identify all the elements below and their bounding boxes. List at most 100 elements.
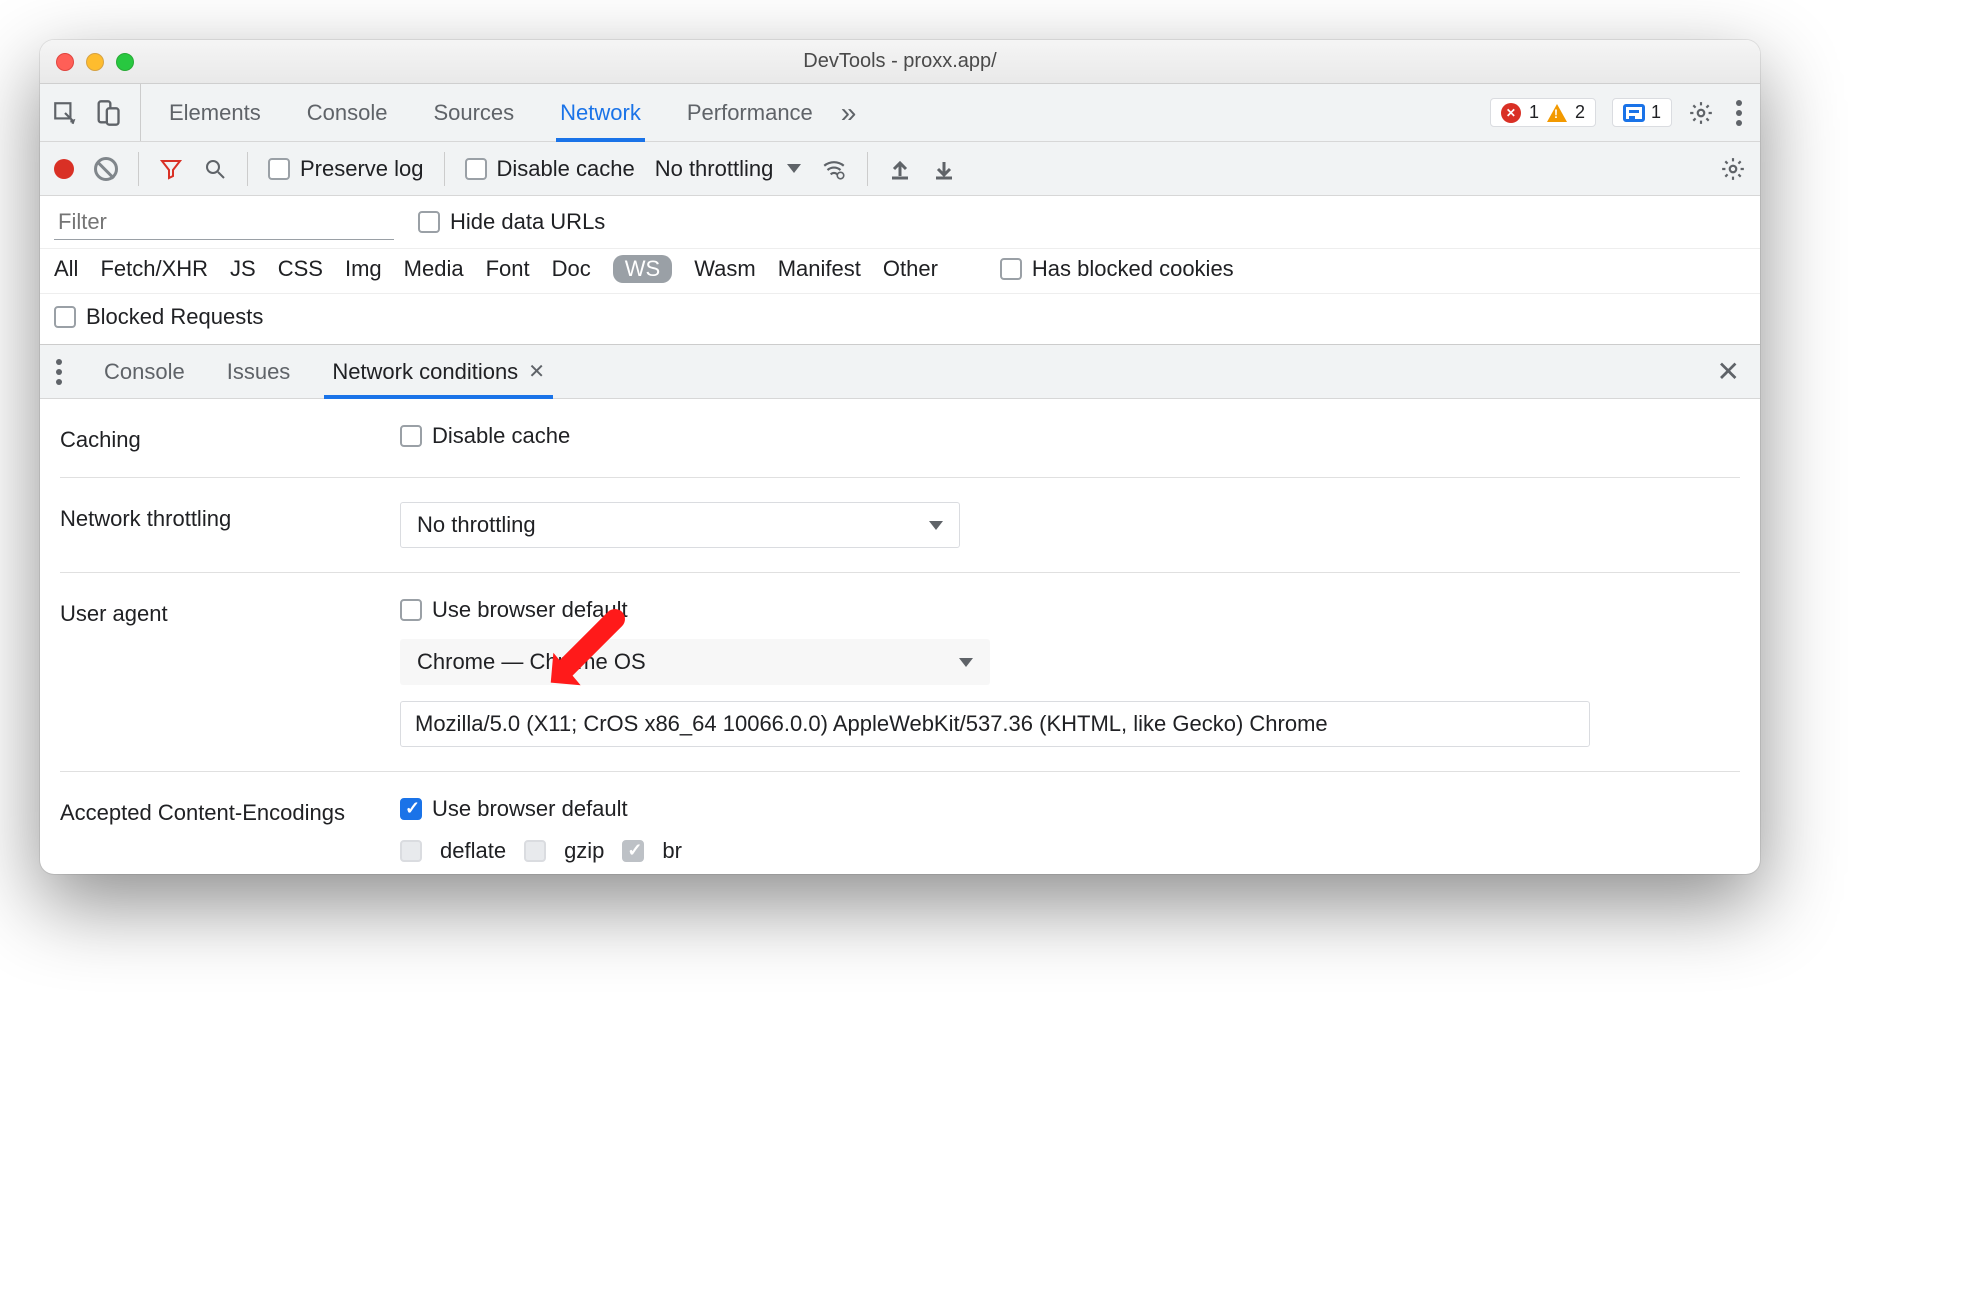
type-all[interactable]: All [54, 256, 78, 282]
ua-string-value: Mozilla/5.0 (X11; CrOS x86_64 10066.0.0)… [415, 711, 1328, 737]
network-conditions-icon[interactable] [821, 156, 847, 182]
errors-warnings-badge[interactable]: 1 2 [1490, 98, 1596, 127]
device-toggle-icon[interactable] [94, 99, 122, 127]
close-tab-icon[interactable]: ✕ [528, 359, 545, 384]
blocked-requests-label: Blocked Requests [86, 304, 263, 330]
titlebar: DevTools - proxx.app/ [40, 40, 1760, 84]
throttling-select[interactable]: No throttling [400, 502, 960, 548]
messages-count: 1 [1651, 102, 1661, 123]
drawer-tab-issues[interactable]: Issues [221, 345, 297, 398]
filter-row: Hide data URLs [40, 196, 1760, 249]
type-js[interactable]: JS [230, 256, 256, 282]
ua-preset-value: Chrome — Chrome OS [417, 649, 646, 675]
minimize-window-button[interactable] [86, 53, 104, 71]
drawer-tab-label: Network conditions [332, 359, 518, 385]
type-img[interactable]: Img [345, 256, 382, 282]
ua-browser-default-checkbox[interactable]: Use browser default [400, 597, 1740, 623]
has-blocked-cookies-label: Has blocked cookies [1032, 256, 1234, 282]
checkbox-icon [54, 306, 76, 328]
message-icon [1623, 104, 1645, 122]
checkbox-icon [1000, 258, 1022, 280]
has-blocked-cookies-checkbox[interactable]: Has blocked cookies [1000, 256, 1234, 282]
close-window-button[interactable] [56, 53, 74, 71]
more-menu-button[interactable] [1730, 100, 1748, 126]
drawer-tabbar: Console Issues Network conditions ✕ ✕ [40, 345, 1760, 399]
checkbox-icon [268, 158, 290, 180]
type-wasm[interactable]: Wasm [694, 256, 756, 282]
filter-input[interactable] [54, 204, 394, 240]
disable-cache-checkbox[interactable]: Disable cache [465, 156, 635, 182]
zoom-window-button[interactable] [116, 53, 134, 71]
type-media[interactable]: Media [404, 256, 464, 282]
throttling-select[interactable]: No throttling [655, 156, 802, 182]
status-badges: 1 2 1 [1490, 98, 1748, 127]
ua-preset-select[interactable]: Chrome — Chrome OS [400, 639, 990, 685]
window-title: DevTools - proxx.app/ [40, 50, 1760, 73]
enc-browser-default-checkbox[interactable]: Use browser default [400, 796, 1740, 822]
export-har-icon[interactable] [888, 157, 912, 181]
type-other[interactable]: Other [883, 256, 938, 282]
checkbox-icon [465, 158, 487, 180]
drawer-more-button[interactable] [50, 359, 68, 385]
enc-deflate-checkbox[interactable] [400, 840, 422, 862]
type-fetch-xhr[interactable]: Fetch/XHR [100, 256, 208, 282]
close-drawer-button[interactable]: ✕ [1707, 355, 1750, 388]
chevron-down-icon [929, 521, 943, 530]
tab-elements[interactable]: Elements [169, 84, 261, 141]
blocked-requests-checkbox[interactable]: Blocked Requests [54, 304, 1746, 330]
caching-disable-checkbox[interactable]: Disable cache [400, 423, 1740, 449]
throttling-select-value: No throttling [417, 512, 536, 538]
enc-browser-default-label: Use browser default [432, 796, 628, 822]
type-css[interactable]: CSS [278, 256, 323, 282]
preserve-log-checkbox[interactable]: Preserve log [268, 156, 424, 182]
enc-gzip-label: gzip [564, 838, 604, 864]
devtools-window: DevTools - proxx.app/ Elements Console S… [40, 40, 1760, 874]
drawer-tab-network-conditions[interactable]: Network conditions ✕ [326, 345, 551, 398]
enc-deflate-label: deflate [440, 838, 506, 864]
tab-console[interactable]: Console [307, 84, 388, 141]
drawer-tab-console[interactable]: Console [98, 345, 191, 398]
caching-row: Caching Disable cache [60, 399, 1740, 478]
filter-icon[interactable] [159, 157, 183, 181]
enc-gzip-checkbox[interactable] [524, 840, 546, 862]
user-agent-label: User agent [60, 597, 370, 627]
ua-browser-default-label: Use browser default [432, 597, 628, 623]
clear-button[interactable] [94, 157, 118, 181]
hide-data-urls-checkbox[interactable]: Hide data URLs [418, 209, 605, 235]
type-doc[interactable]: Doc [552, 256, 591, 282]
errors-count: 1 [1529, 102, 1539, 123]
tab-sources[interactable]: Sources [433, 84, 514, 141]
encodings-row: Accepted Content-Encodings Use browser d… [60, 772, 1740, 874]
blocked-requests-row: Blocked Requests [40, 294, 1760, 345]
throttling-value: No throttling [655, 156, 774, 182]
checkbox-icon [418, 211, 440, 233]
enc-br-label: br [662, 838, 682, 864]
network-settings-gear-icon[interactable] [1720, 156, 1746, 182]
type-manifest[interactable]: Manifest [778, 256, 861, 282]
caching-disable-label: Disable cache [432, 423, 570, 449]
tabs-overflow-button[interactable]: » [841, 97, 857, 129]
tab-performance[interactable]: Performance [687, 84, 813, 141]
type-font[interactable]: Font [486, 256, 530, 282]
main-tabbar: Elements Console Sources Network Perform… [40, 84, 1760, 142]
warnings-count: 2 [1575, 102, 1585, 123]
network-conditions-panel: Caching Disable cache Network throttling… [40, 399, 1760, 874]
encodings-options: deflate gzip br [400, 838, 1740, 864]
search-icon[interactable] [203, 157, 227, 181]
error-icon [1501, 103, 1521, 123]
tab-network[interactable]: Network [560, 84, 641, 141]
chevron-down-icon [787, 164, 801, 173]
throttling-row: Network throttling No throttling [60, 478, 1740, 573]
checkbox-checked-icon [400, 798, 422, 820]
network-toolbar: Preserve log Disable cache No throttling [40, 142, 1760, 196]
hide-data-urls-label: Hide data URLs [450, 209, 605, 235]
record-button[interactable] [54, 159, 74, 179]
enc-br-checkbox[interactable] [622, 840, 644, 862]
inspect-icon[interactable] [52, 100, 78, 126]
checkbox-icon [400, 425, 422, 447]
ua-string-input[interactable]: Mozilla/5.0 (X11; CrOS x86_64 10066.0.0)… [400, 701, 1590, 747]
type-ws[interactable]: WS [613, 255, 672, 283]
settings-gear-icon[interactable] [1688, 100, 1714, 126]
issues-badge[interactable]: 1 [1612, 98, 1672, 127]
import-har-icon[interactable] [932, 157, 956, 181]
